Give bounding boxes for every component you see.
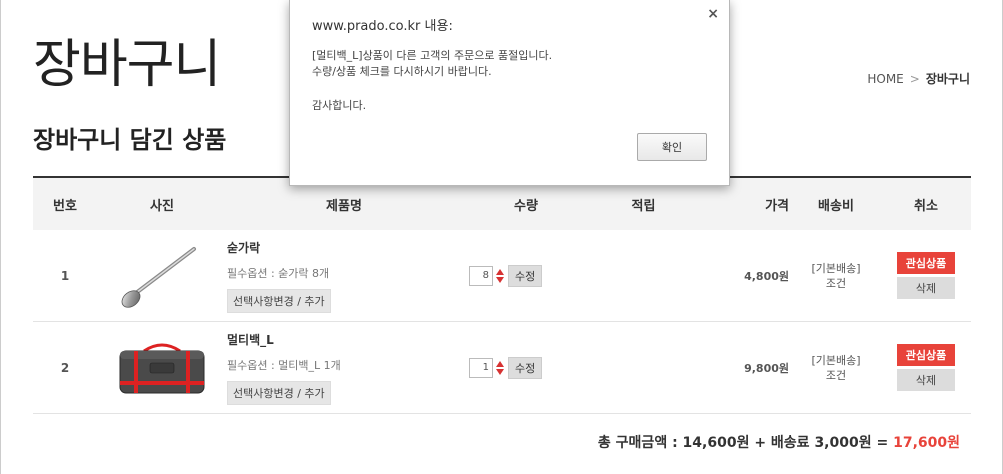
quantity-input[interactable] <box>469 265 493 286</box>
shipping-type: [기본배송] <box>811 353 861 367</box>
total-label: 총 구매금액 : 14,600원 + 배송료 3,000원 = <box>597 435 894 451</box>
product-name[interactable]: 멀티백_L <box>227 331 461 348</box>
shipping-info: [기본배송] 조건 <box>791 261 881 291</box>
cancel-cell: 관심상품 삭제 <box>881 252 971 299</box>
dialog-thanks: 감사합니다. <box>312 99 367 112</box>
header-price: 가격 <box>765 198 789 214</box>
breadcrumb-home[interactable]: HOME <box>867 72 903 86</box>
breadcrumb-current: 장바구니 <box>925 72 970 86</box>
header-name: 제품명 <box>326 198 362 214</box>
qty-down-icon[interactable] <box>496 368 504 375</box>
cart-table: 번호 사진 제품명 수량 적립 가격 배송비 취소 1 숟가락 필수옵션: 숟… <box>33 176 971 414</box>
bag-icon <box>119 343 205 393</box>
wishlist-button[interactable]: 관심상품 <box>897 344 955 366</box>
price: 9,800원 <box>744 361 789 375</box>
close-icon[interactable]: × <box>707 6 719 22</box>
delete-button[interactable]: 삭제 <box>897 277 955 299</box>
grand-total: 17,600원 <box>893 435 960 451</box>
change-option-button[interactable]: 선택사항변경 / 추가 <box>227 380 331 405</box>
alert-dialog: www.prado.co.kr 내용: × [멀티백_L]상품이 다른 고객의 … <box>289 0 730 186</box>
product-name[interactable]: 숟가락 <box>227 239 461 256</box>
shipping-condition: 조건 <box>825 276 847 290</box>
order-total: 총 구매금액 : 14,600원 + 배송료 3,000원 = 17,600원 <box>598 432 960 452</box>
product-option: 필수옵션 : 숟가락 8개 <box>227 266 330 280</box>
dialog-message-line2: 수량/상품 체크를 다시하시기 바랍니다. <box>312 65 492 78</box>
qty-down-icon[interactable] <box>496 276 504 283</box>
product-info: 멀티백_L 필수옵션 : 멀티백_L 1개 선택사항변경 / 추가 <box>227 331 461 405</box>
spoon-icon <box>121 246 196 308</box>
quantity-stepper[interactable] <box>494 358 506 378</box>
price: 4,800원 <box>744 269 789 283</box>
cart-page: 장바구니 HOME > 장바구니 장바구니 담긴 상품 번호 사진 제품명 수량 적… <box>0 0 1003 474</box>
delete-button[interactable]: 삭제 <box>897 369 955 391</box>
breadcrumb-separator: > <box>909 72 920 86</box>
header-photo: 사진 <box>150 198 174 214</box>
qty-up-icon[interactable] <box>496 360 504 367</box>
header-no: 번호 <box>53 198 77 214</box>
row-number: 1 <box>60 268 70 283</box>
section-title: 장바구니 담긴 상품 <box>33 126 227 154</box>
header-qty: 수량 <box>514 198 538 214</box>
wishlist-button[interactable]: 관심상품 <box>897 252 955 274</box>
quantity-input[interactable] <box>469 357 493 378</box>
shipping-type: [기본배송] <box>811 261 861 275</box>
dialog-message: [멀티백_L]상품이 다른 고객의 주문으로 품절입니다. 수량/상품 체크를 … <box>312 48 552 80</box>
table-row: 2 멀티백_L 필수옵션 : 멀티백_L 1개 선택사항변경 / 추가 1 수정… <box>33 322 971 414</box>
qty-cell: 수정 <box>461 264 591 287</box>
qty-up-icon[interactable] <box>496 268 504 275</box>
shipping-condition: 조건 <box>825 368 847 382</box>
ok-button[interactable]: 확인 <box>637 133 707 161</box>
breadcrumb: HOME > 장바구니 <box>867 70 970 87</box>
product-photo[interactable] <box>97 238 227 314</box>
cancel-cell: 관심상품 삭제 <box>881 344 971 391</box>
header-point: 적립 <box>631 198 656 214</box>
shipping-info: [기본배송] 조건 <box>791 353 881 383</box>
table-row: 1 숟가락 필수옵션: 숟가락 8개 선택사항변경 / 추가 8 수정 4,8… <box>33 230 971 322</box>
product-option: 필수옵션 : 멀티백_L 1개 <box>227 358 341 372</box>
quantity-update-button[interactable]: 수정 <box>508 356 543 379</box>
row-number: 2 <box>60 360 70 375</box>
quantity-update-button[interactable]: 수정 <box>508 264 543 287</box>
dialog-title: www.prado.co.kr 내용: <box>312 19 453 34</box>
page-title: 장바구니 <box>33 35 221 95</box>
header-ship: 배송비 <box>818 198 854 214</box>
quantity-stepper[interactable] <box>494 266 506 286</box>
change-option-button[interactable]: 선택사항변경 / 추가 <box>227 288 331 313</box>
header-cancel: 취소 <box>914 198 938 214</box>
product-info: 숟가락 필수옵션 : 숟가락 8개 선택사항변경 / 추가 <box>227 239 461 313</box>
qty-cell: 수정 <box>461 356 591 379</box>
product-photo[interactable] <box>97 330 227 406</box>
dialog-message-line1: [멀티백_L]상품이 다른 고객의 주문으로 품절입니다. <box>312 49 553 62</box>
